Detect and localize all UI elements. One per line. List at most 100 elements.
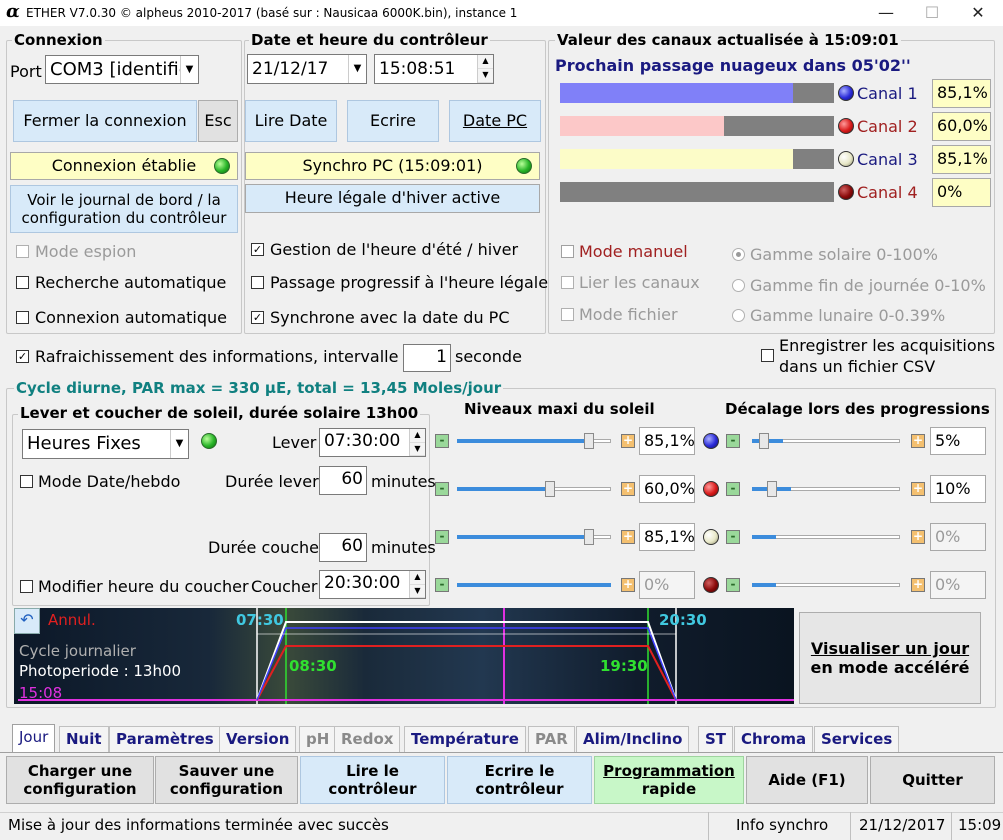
niveau-1-slider-thumb[interactable]	[584, 433, 595, 449]
coucher-time-field[interactable]: 20:30:00 ▲ ▼	[319, 570, 426, 599]
niveau-2-value[interactable]: 60,0%	[639, 475, 695, 503]
gamme-fin-radio[interactable]	[732, 279, 745, 292]
tab-ph[interactable]: pH	[299, 726, 337, 752]
tab-alim-inclino[interactable]: Alim/Inclino	[576, 726, 690, 752]
coucher-spinner[interactable]: ▲ ▼	[409, 571, 425, 598]
recherche-auto-checkbox[interactable]	[16, 276, 29, 289]
ecrire-date-button[interactable]: Ecrire	[347, 100, 439, 142]
niveau-1-minus-button[interactable]: -	[435, 434, 449, 448]
connexion-auto-checkbox[interactable]	[16, 311, 29, 324]
mode-date-checkbox[interactable]	[20, 475, 33, 488]
tab-par[interactable]: PAR	[528, 726, 575, 752]
decalage-4-minus-button[interactable]: -	[726, 578, 740, 592]
decalage-2-value[interactable]: 10%	[930, 475, 986, 503]
minimize-button[interactable]: —	[863, 0, 909, 26]
decalage-1-slider[interactable]	[752, 433, 900, 449]
decalage-2-plus-button[interactable]: +	[911, 482, 925, 496]
gamme-lunaire-radio[interactable]	[732, 309, 745, 322]
fermer-connexion-button[interactable]: Fermer la connexion	[13, 100, 197, 142]
tab-param-tres[interactable]: Paramètres	[109, 726, 221, 752]
date-pc-button[interactable]: Date PC	[449, 100, 541, 142]
gestion-heure-checkbox[interactable]: ✓	[251, 243, 264, 256]
tab-jour[interactable]: Jour	[12, 724, 56, 752]
niveau-3-slider-thumb[interactable]	[584, 529, 595, 545]
sauver-config-button[interactable]: Sauver une configuration	[155, 756, 298, 804]
decalage-3-plus-button[interactable]: +	[911, 530, 925, 544]
tab-temp-rature[interactable]: Température	[404, 726, 526, 752]
time-field[interactable]: 15:08:51 ▲ ▼	[374, 54, 494, 84]
lire-controleur-button[interactable]: Lire le contrôleur	[300, 756, 445, 804]
niveau-1-value[interactable]: 85,1%	[639, 427, 695, 455]
aide-button[interactable]: Aide (F1)	[746, 756, 868, 804]
passage-progressif-checkbox[interactable]	[251, 276, 264, 289]
decalage-3-slider[interactable]	[752, 535, 900, 539]
niveau-4-slider[interactable]	[457, 583, 611, 587]
decalage-1-minus-button[interactable]: -	[726, 434, 740, 448]
niveau-4-value[interactable]: 0%	[639, 571, 695, 599]
niveau-2-slider-thumb[interactable]	[545, 481, 556, 497]
esc-button[interactable]: Esc	[198, 100, 238, 142]
date-picker[interactable]: 21/12/17 ▼	[247, 54, 367, 84]
duree-coucher-input[interactable]: 60	[319, 533, 367, 562]
cycle-graph[interactable]: ↶ Annul. Cycle journalier Photoperiode :…	[14, 608, 794, 704]
decalage-1-slider-thumb[interactable]	[759, 433, 770, 449]
mode-select[interactable]: Heures Fixes ▼	[22, 429, 189, 459]
undo-icon[interactable]: ↶	[14, 608, 40, 634]
lier-canaux-checkbox[interactable]	[561, 276, 574, 289]
close-window-button[interactable]: ✕	[955, 0, 1001, 26]
decalage-2-slider[interactable]	[752, 481, 900, 497]
niveau-3-slider[interactable]	[457, 529, 611, 545]
tab-nuit[interactable]: Nuit	[59, 726, 109, 752]
mode-espion-checkbox[interactable]	[16, 245, 29, 258]
time-spinner[interactable]: ▲ ▼	[477, 55, 493, 83]
decalage-3-value[interactable]: 0%	[930, 523, 986, 551]
niveau-1-slider[interactable]	[457, 433, 611, 449]
niveau-3-ball-icon	[703, 529, 719, 545]
refresh-interval-input[interactable]: 1	[403, 344, 451, 372]
mode-fichier-checkbox[interactable]	[561, 308, 574, 321]
refresh-checkbox[interactable]: ✓	[16, 350, 29, 363]
tab-st[interactable]: ST	[698, 726, 734, 752]
tab-redox[interactable]: Redox	[334, 726, 401, 752]
synchrone-pc-checkbox[interactable]: ✓	[251, 311, 264, 324]
maximize-button[interactable]: ☐	[909, 0, 955, 26]
port-select[interactable]: COM3 [identifie ▼	[45, 55, 199, 84]
niveau-3-minus-button[interactable]: -	[435, 530, 449, 544]
recherche-auto-label: Recherche automatique	[35, 273, 227, 292]
niveau-4-minus-button[interactable]: -	[435, 578, 449, 592]
decalage-4-value[interactable]: 0%	[930, 571, 986, 599]
niveau-2-minus-button[interactable]: -	[435, 482, 449, 496]
decalage-1-value[interactable]: 5%	[930, 427, 986, 455]
lever-spinner[interactable]: ▲ ▼	[409, 429, 425, 456]
decalage-4-slider[interactable]	[752, 583, 900, 587]
decalage-1-plus-button[interactable]: +	[911, 434, 925, 448]
niveau-3-plus-button[interactable]: +	[621, 530, 635, 544]
niveau-3-value[interactable]: 85,1%	[639, 523, 695, 551]
niveau-2-slider[interactable]	[457, 481, 611, 497]
niveau-4-plus-button[interactable]: +	[621, 578, 635, 592]
modifier-coucher-checkbox[interactable]	[20, 580, 33, 593]
tab-version[interactable]: Version	[219, 726, 297, 752]
chevron-down-icon: ▼	[348, 55, 366, 83]
quitter-button[interactable]: Quitter	[870, 756, 995, 804]
graph-annul[interactable]: Annul.	[48, 611, 96, 629]
decalage-4-plus-button[interactable]: +	[911, 578, 925, 592]
gamme-solaire-radio[interactable]	[732, 248, 745, 261]
tab-chroma[interactable]: Chroma	[734, 726, 814, 752]
niveau-2-plus-button[interactable]: +	[621, 482, 635, 496]
lever-time-field[interactable]: 07:30:00 ▲ ▼	[319, 428, 426, 457]
duree-lever-input[interactable]: 60	[319, 466, 367, 495]
journal-button[interactable]: Voir le journal de bord / la configurati…	[10, 185, 238, 233]
ecrire-controleur-button[interactable]: Ecrire le contrôleur	[447, 756, 592, 804]
decalage-2-slider-thumb[interactable]	[766, 481, 777, 497]
visualiser-button[interactable]: Visualiser un jour en mode accéléré	[799, 612, 981, 704]
decalage-2-minus-button[interactable]: -	[726, 482, 740, 496]
charger-config-button[interactable]: Charger une configuration	[6, 756, 154, 804]
mode-manuel-checkbox[interactable]	[561, 245, 574, 258]
csv-checkbox[interactable]	[761, 349, 774, 362]
programmation-rapide-button[interactable]: Programmation rapide	[594, 756, 744, 804]
decalage-3-minus-button[interactable]: -	[726, 530, 740, 544]
tab-services[interactable]: Services	[814, 726, 900, 752]
niveau-1-plus-button[interactable]: +	[621, 434, 635, 448]
lire-date-button[interactable]: Lire Date	[245, 100, 337, 142]
